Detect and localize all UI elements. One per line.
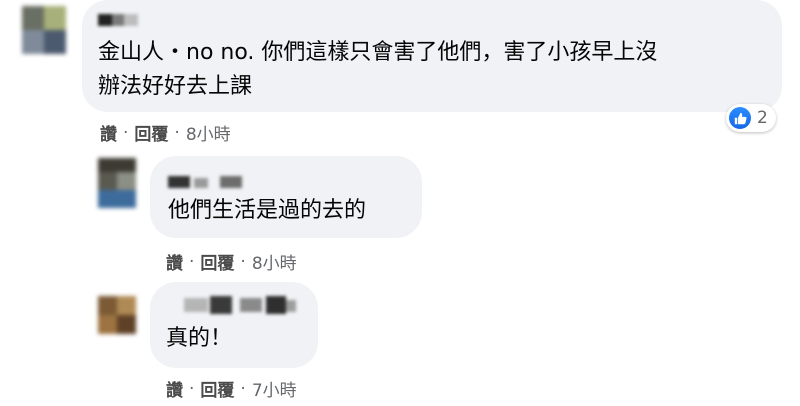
reply-link[interactable]: 回覆 (134, 120, 168, 145)
commenter-name-redacted[interactable] (98, 14, 138, 26)
commenter-name-redacted[interactable] (168, 176, 242, 188)
comment-actions: 讚 · 回覆 · 8小時 (100, 120, 231, 146)
separator-dot: · (123, 122, 129, 143)
separator-dot: · (240, 378, 246, 399)
comment-actions: 讚 · 回覆 · 8小時 (166, 249, 297, 275)
comment-bubble: 真的！ (150, 282, 318, 368)
reaction-summary[interactable]: 2 (726, 104, 776, 132)
like-link[interactable]: 讚 (100, 120, 117, 145)
comment-bubble: 金山人・no no. 你們這樣只會害了他們，害了小孩早上沒 辦法好好去上課 (82, 0, 782, 112)
timestamp-link[interactable]: 8小時 (186, 120, 231, 145)
like-link[interactable]: 讚 (166, 376, 183, 401)
commenter-avatar[interactable] (98, 158, 136, 208)
comment-actions: 讚 · 回覆 · 7小時 (166, 376, 297, 402)
comment-text: 金山人・no no. 你們這樣只會害了他們，害了小孩早上沒 辦法好好去上課 (98, 40, 658, 99)
separator-dot: · (174, 122, 180, 143)
commenter-avatar[interactable] (22, 6, 66, 54)
timestamp-link[interactable]: 7小時 (252, 376, 297, 401)
reaction-count: 2 (757, 108, 768, 128)
commenter-avatar[interactable] (98, 296, 136, 334)
reply-link[interactable]: 回覆 (200, 249, 234, 274)
comment-text: 真的！ (166, 326, 233, 351)
like-link[interactable]: 讚 (166, 249, 183, 274)
commenter-name-redacted[interactable] (184, 296, 296, 314)
reply-link[interactable]: 回覆 (200, 376, 234, 401)
timestamp-link[interactable]: 8小時 (252, 249, 297, 274)
separator-dot: · (189, 251, 195, 272)
comment-bubble: 他們生活是過的去的 (150, 156, 422, 238)
comment-text: 他們生活是過的去的 (168, 198, 367, 223)
separator-dot: · (240, 251, 246, 272)
separator-dot: · (189, 378, 195, 399)
like-icon (729, 107, 751, 129)
